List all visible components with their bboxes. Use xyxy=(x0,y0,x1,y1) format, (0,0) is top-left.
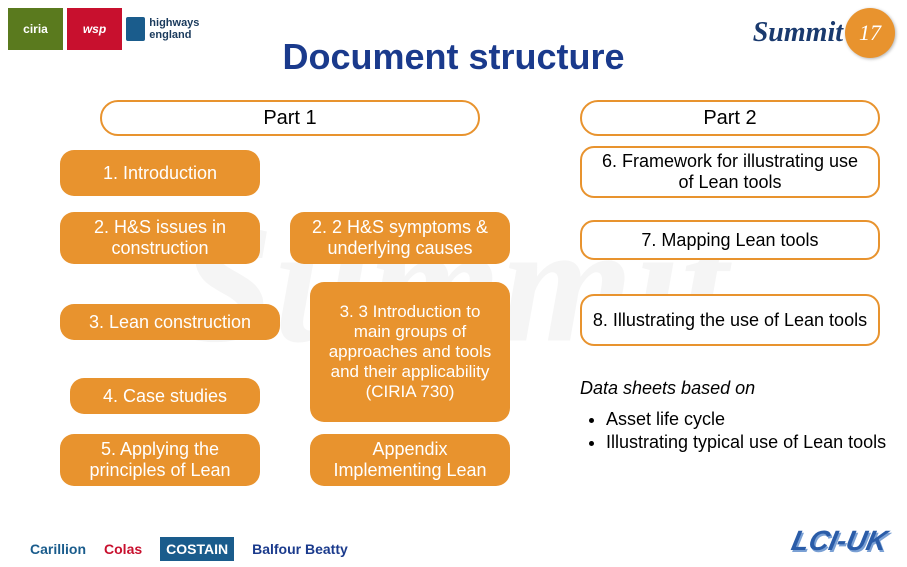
notes-block: Data sheets based on Asset life cycle Il… xyxy=(580,378,900,455)
colas-logo: Colas xyxy=(104,541,142,557)
box-introduction: 1. Introduction xyxy=(60,150,260,196)
box-hs-symptoms: 2. 2 H&S symptoms & underlying causes xyxy=(290,212,510,264)
costain-logo: COSTAIN xyxy=(160,537,234,561)
part2-header: Part 2 xyxy=(580,100,880,136)
box-lean-construction: 3. Lean construction xyxy=(60,304,280,340)
box-intro-groups: 3. 3 Introduction to main groups of appr… xyxy=(310,282,510,422)
diagram-area: Part 1 Part 2 1. Introduction 2. H&S iss… xyxy=(60,100,877,507)
box-illustrating: 8. Illustrating the use of Lean tools xyxy=(580,294,880,346)
bullet-illustrating: Illustrating typical use of Lean tools xyxy=(606,432,900,453)
bullet-asset-life: Asset life cycle xyxy=(606,409,900,430)
box-case-studies: 4. Case studies xyxy=(70,378,260,414)
part1-header: Part 1 xyxy=(100,100,480,136)
balfour-beatty-logo: Balfour Beatty xyxy=(252,541,348,557)
bottom-logo-row: Carillion Colas COSTAIN Balfour Beatty xyxy=(30,537,348,561)
box-framework: 6. Framework for illustrating use of Lea… xyxy=(580,146,880,198)
box-mapping: 7. Mapping Lean tools xyxy=(580,220,880,260)
slide-title: Document structure xyxy=(0,36,907,78)
box-applying-principles: 5. Applying the principles of Lean xyxy=(60,434,260,486)
box-appendix: Appendix Implementing Lean xyxy=(310,434,510,486)
carillion-logo: Carillion xyxy=(30,541,86,557)
lci-uk-logo: LCI-UK xyxy=(789,525,891,557)
box-hs-issues: 2. H&S issues in construction xyxy=(60,212,260,264)
notes-title: Data sheets based on xyxy=(580,378,900,399)
